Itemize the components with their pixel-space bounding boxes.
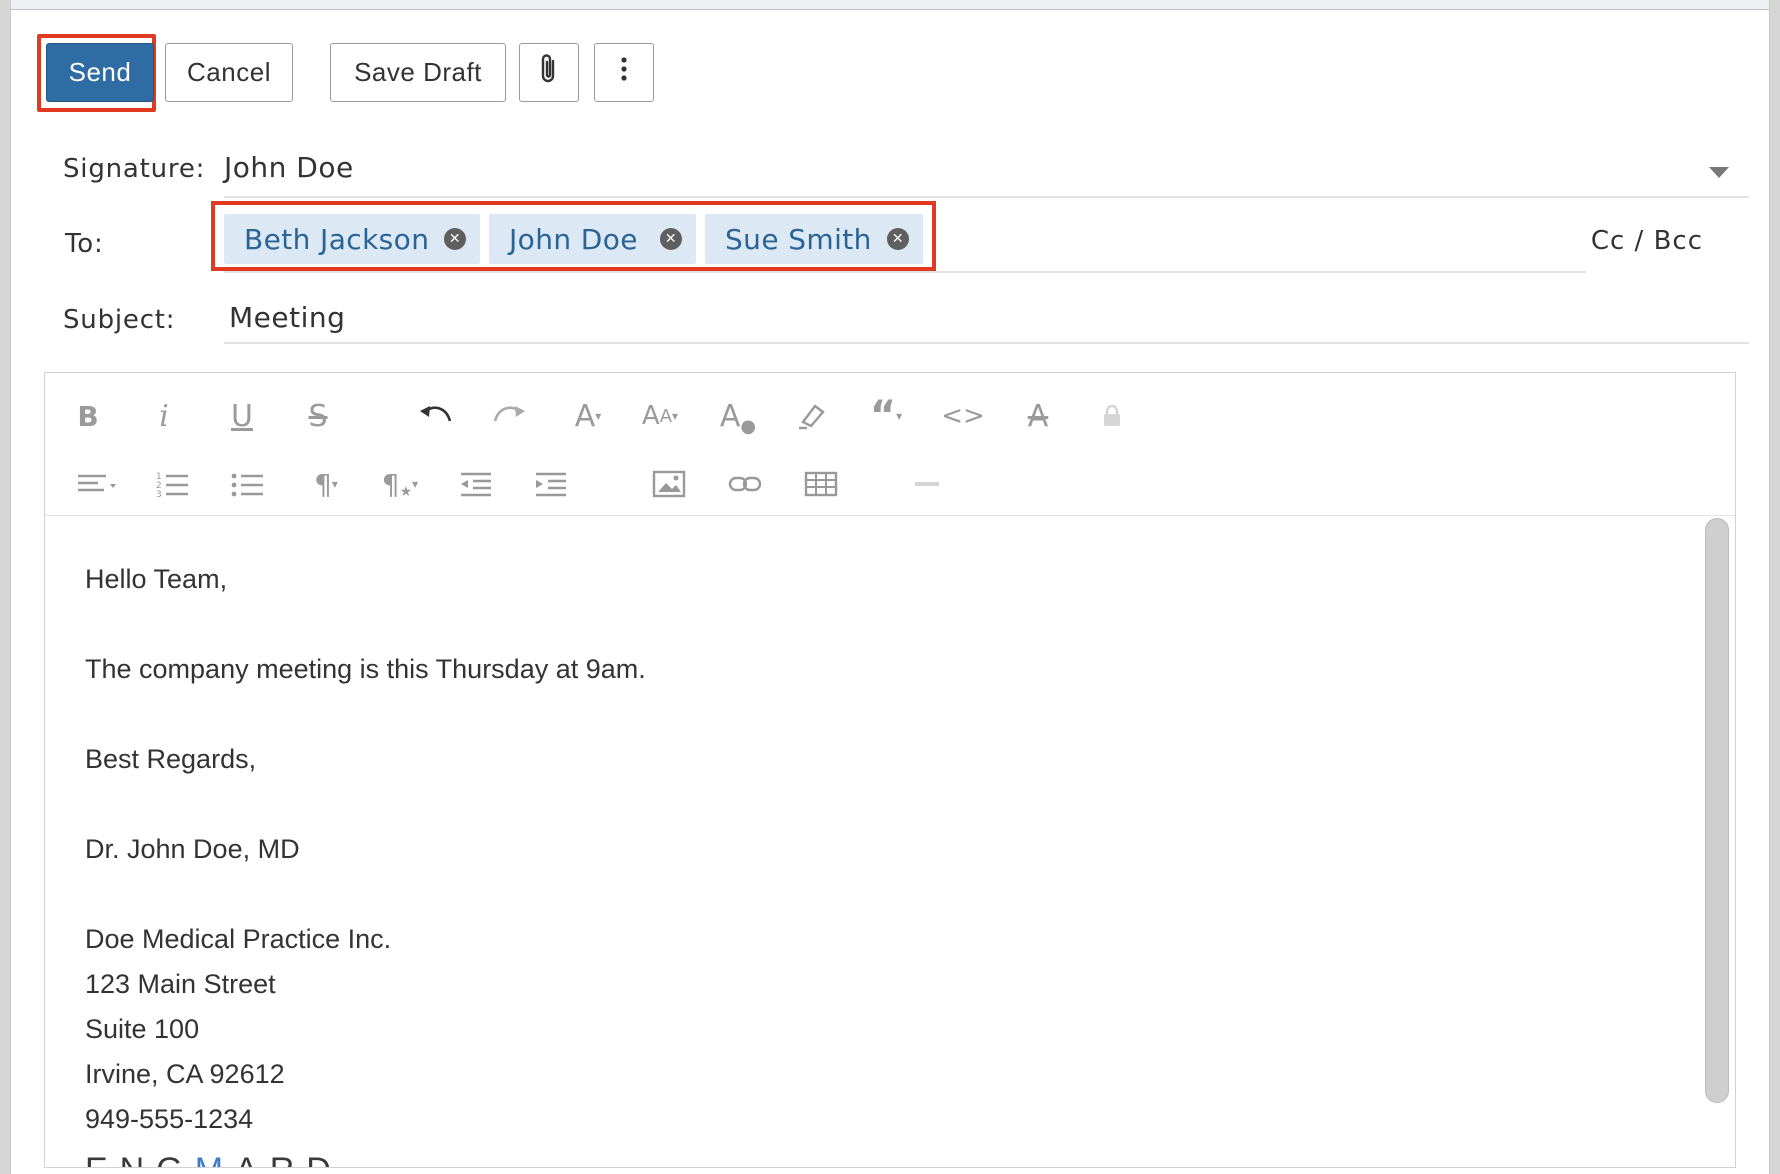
remove-recipient-icon[interactable]: ✕ (444, 228, 466, 250)
body-closing: Best Regards, (85, 744, 257, 774)
paperclip-icon (538, 53, 560, 92)
body-message: The company meeting is this Thursday at … (85, 654, 646, 684)
signature-divider (224, 196, 1749, 198)
recipient-chip[interactable]: Beth Jackson ✕ (224, 214, 480, 264)
editor-content[interactable]: Hello Team, The company meeting is this … (45, 517, 1709, 1167)
text-color-icon[interactable]: A ● (713, 394, 763, 438)
rich-text-editor: B i U S A ▾ A A ▾ A ● “▾ <> A 1 2 3 ¶ ▾ … (44, 372, 1736, 1168)
recipient-name: Sue Smith (725, 222, 872, 256)
remove-recipient-icon[interactable]: ✕ (660, 228, 682, 250)
clear-format-icon[interactable]: A (1013, 394, 1063, 438)
signature-name: Dr. John Doe, MD (85, 834, 300, 864)
unordered-list-icon[interactable] (223, 462, 273, 506)
indent-icon[interactable] (526, 462, 576, 506)
chevron-down-icon[interactable] (1709, 167, 1729, 178)
signature-label: Signature: (63, 154, 206, 184)
underline-icon[interactable]: U (217, 394, 267, 438)
highlight-icon[interactable] (787, 394, 837, 438)
save-draft-button[interactable]: Save Draft (330, 43, 506, 102)
recipient-chip[interactable]: John Doe ✕ (489, 214, 696, 264)
window-top-border (11, 0, 1769, 10)
subject-label: Subject: (63, 305, 176, 335)
horizontal-rule-icon[interactable] (902, 462, 952, 506)
recipient-name: John Doe (509, 222, 638, 256)
strikethrough-icon[interactable]: S (293, 394, 343, 438)
svg-text:3: 3 (156, 490, 162, 498)
more-options-button[interactable] (594, 43, 654, 102)
redo-icon[interactable] (485, 394, 535, 438)
insert-table-icon[interactable] (796, 462, 846, 506)
body-greeting: Hello Team, (85, 564, 228, 594)
subject-divider (224, 342, 1749, 344)
subject-input[interactable]: Meeting (229, 301, 345, 334)
signature-suite: Suite 100 (85, 1014, 200, 1044)
recipient-chip[interactable]: Sue Smith ✕ (705, 214, 923, 264)
signature-select[interactable]: John Doe (224, 151, 354, 184)
editor-toolbar: B i U S A ▾ A A ▾ A ● “▾ <> A 1 2 3 ¶ ▾ … (45, 373, 1735, 516)
send-button[interactable]: Send (46, 43, 154, 102)
signature-street: 123 Main Street (85, 969, 276, 999)
remove-recipient-icon[interactable]: ✕ (887, 228, 909, 250)
undo-icon[interactable] (410, 394, 460, 438)
insert-image-icon[interactable] (644, 462, 694, 506)
to-label: To: (65, 229, 104, 259)
italic-icon[interactable]: i (139, 394, 189, 438)
editor-scrollbar-thumb[interactable] (1705, 518, 1729, 1103)
signature-company: Doe Medical Practice Inc. (85, 924, 392, 954)
bold-icon[interactable]: B (63, 394, 113, 438)
code-icon[interactable]: <> (938, 394, 988, 438)
recipient-name: Beth Jackson (244, 222, 430, 256)
paragraph-style-icon[interactable]: ¶ ★ ▾ (375, 462, 425, 506)
outdent-icon[interactable] (451, 462, 501, 506)
lock-icon[interactable] (1087, 394, 1137, 438)
ordered-list-icon[interactable]: 123 (148, 462, 198, 506)
more-vertical-icon (620, 56, 628, 89)
font-family-icon[interactable]: A ▾ (563, 394, 613, 438)
compose-window: Send Cancel Save Draft Signature: John D… (10, 0, 1770, 1174)
cancel-button[interactable]: Cancel (165, 43, 293, 102)
signature-city: Irvine, CA 92612 (85, 1059, 285, 1089)
company-logo: ENGMARD (85, 1150, 1709, 1167)
font-size-icon[interactable]: A A ▾ (635, 394, 685, 438)
signature-phone: 949-555-1234 (85, 1104, 254, 1134)
align-icon[interactable] (73, 462, 123, 506)
quote-icon[interactable]: “▾ (861, 393, 911, 439)
insert-link-icon[interactable] (720, 462, 770, 506)
to-divider (224, 271, 1586, 273)
cc-bcc-link[interactable]: Cc / Bcc (1591, 226, 1703, 256)
attach-button[interactable] (519, 43, 579, 102)
paragraph-format-icon[interactable]: ¶ ▾ (301, 462, 351, 506)
